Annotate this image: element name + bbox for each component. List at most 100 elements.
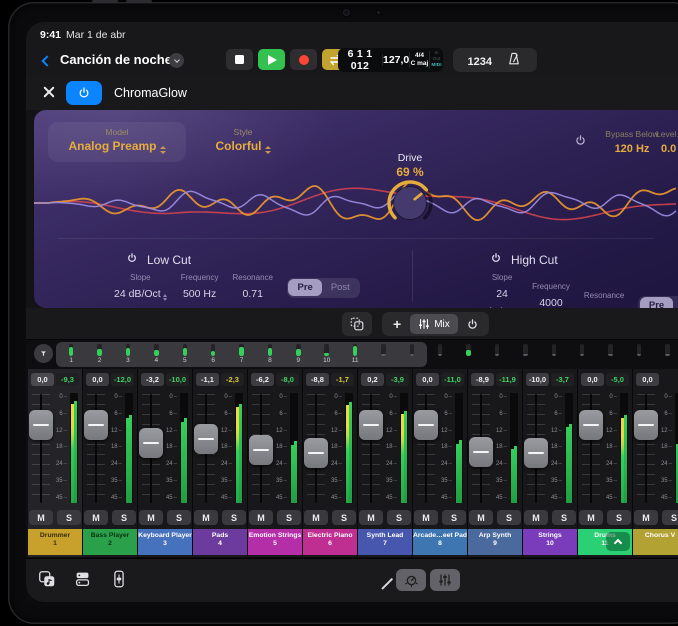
volume-down-button[interactable] bbox=[126, 0, 152, 3]
volume-fader[interactable] bbox=[579, 410, 603, 440]
peak-db-value[interactable]: -3,9 bbox=[386, 373, 409, 386]
volume-fader[interactable] bbox=[249, 435, 273, 465]
low-cut-power-button[interactable] bbox=[126, 252, 138, 267]
level-control[interactable]: Level 0.0 bbox=[656, 129, 678, 157]
add-track-button[interactable]: + bbox=[384, 314, 410, 334]
low-cut-slope[interactable]: Slope 24 dB/Oct bbox=[114, 273, 167, 302]
track-name-plate[interactable]: Arp Synth 9 bbox=[468, 529, 522, 555]
back-button[interactable] bbox=[40, 52, 54, 68]
model-selector[interactable]: Model Analog Preamp bbox=[48, 122, 186, 162]
fader-db-value[interactable]: -8,8 bbox=[306, 373, 329, 386]
solo-button[interactable]: S bbox=[222, 510, 246, 525]
high-cut-power-button[interactable] bbox=[490, 252, 502, 267]
volume-fader[interactable] bbox=[139, 428, 163, 458]
low-cut-resonance[interactable]: Resonance 0.71 bbox=[233, 273, 273, 302]
track-name-plate[interactable]: Keyboard Player 3 bbox=[138, 529, 192, 555]
overview-rest[interactable] bbox=[426, 342, 678, 367]
high-cut-frequency[interactable]: Frequency 4000 Hz bbox=[532, 282, 570, 308]
solo-button[interactable]: S bbox=[497, 510, 521, 525]
plugin-power-button[interactable] bbox=[66, 81, 102, 105]
project-menu-button[interactable] bbox=[169, 53, 184, 68]
drive-knob[interactable] bbox=[386, 179, 434, 227]
collapse-stack-button[interactable] bbox=[606, 532, 630, 551]
volume-fader[interactable] bbox=[304, 438, 328, 468]
fader-db-value[interactable]: -8,9 bbox=[471, 373, 494, 386]
mute-button[interactable]: M bbox=[249, 510, 273, 525]
fader-db-value[interactable]: -10,0 bbox=[526, 373, 549, 386]
fader-panel-button[interactable] bbox=[108, 569, 130, 591]
solo-button[interactable]: S bbox=[112, 510, 136, 525]
solo-button[interactable]: S bbox=[607, 510, 631, 525]
fader-db-value[interactable]: 0,0 bbox=[636, 373, 659, 386]
fader-db-value[interactable]: 0,0 bbox=[86, 373, 109, 386]
solo-button[interactable]: S bbox=[57, 510, 81, 525]
fader-db-value[interactable]: 0,0 bbox=[416, 373, 439, 386]
lcd-display[interactable]: 6 1 1 012 127,0 4/4 C maj In Out MIDI bbox=[338, 48, 443, 72]
volume-fader[interactable] bbox=[359, 410, 383, 440]
volume-fader[interactable] bbox=[194, 424, 218, 454]
play-button[interactable] bbox=[258, 49, 285, 70]
track-name-plate[interactable]: Chorus V bbox=[633, 529, 678, 555]
solo-button[interactable]: S bbox=[167, 510, 191, 525]
browser-button[interactable] bbox=[72, 569, 94, 591]
high-cut-resonance[interactable]: Resonance 0.71 bbox=[584, 291, 624, 308]
post-button[interactable]: Post bbox=[673, 297, 678, 308]
track-name-plate[interactable]: Strings 10 bbox=[523, 529, 577, 555]
mute-button[interactable]: M bbox=[304, 510, 328, 525]
fader-db-value[interactable]: 0,0 bbox=[31, 373, 54, 386]
solo-button[interactable]: S bbox=[332, 510, 356, 525]
volume-fader[interactable] bbox=[84, 410, 108, 440]
solo-button[interactable]: S bbox=[552, 510, 576, 525]
volume-fader[interactable] bbox=[469, 437, 493, 467]
mute-button[interactable]: M bbox=[84, 510, 108, 525]
track-name-plate[interactable]: Drummer 1 bbox=[28, 529, 82, 555]
peak-db-value[interactable]: -11,0 bbox=[441, 373, 464, 386]
track-name-plate[interactable]: Drums 11 bbox=[578, 529, 632, 555]
peak-db-value[interactable]: -8,0 bbox=[276, 373, 299, 386]
style-selector[interactable]: Style Colorful bbox=[198, 127, 288, 155]
mute-button[interactable]: M bbox=[414, 510, 438, 525]
post-button[interactable]: Post bbox=[322, 279, 359, 296]
mixer-view-button[interactable] bbox=[430, 569, 460, 591]
mute-button[interactable]: M bbox=[579, 510, 603, 525]
pre-button[interactable]: Pre bbox=[288, 279, 321, 296]
mute-button[interactable]: M bbox=[29, 510, 53, 525]
count-in-button[interactable]: 1234 bbox=[468, 53, 492, 68]
filter-button[interactable] bbox=[34, 344, 53, 363]
volume-fader[interactable] bbox=[634, 410, 658, 440]
duplicate-button[interactable] bbox=[342, 312, 372, 336]
metronome-button[interactable] bbox=[506, 51, 522, 70]
solo-button[interactable]: S bbox=[387, 510, 411, 525]
high-cut-slope[interactable]: Slope 24 dB/Oct bbox=[486, 273, 518, 308]
edit-button[interactable] bbox=[374, 573, 390, 589]
fader-db-value[interactable]: -3,2 bbox=[141, 373, 164, 386]
mute-button[interactable]: M bbox=[359, 510, 383, 525]
low-cut-frequency[interactable]: Frequency 500 Hz bbox=[181, 273, 219, 302]
track-name-plate[interactable]: Emotion Strings 5 bbox=[248, 529, 302, 555]
mix-view-button[interactable]: Mix bbox=[410, 314, 458, 334]
peak-db-value[interactable]: -9,3 bbox=[56, 373, 79, 386]
solo-button[interactable]: S bbox=[662, 510, 678, 525]
pre-button[interactable]: Pre bbox=[640, 297, 673, 308]
mute-button[interactable]: M bbox=[194, 510, 218, 525]
stop-button[interactable] bbox=[226, 49, 253, 70]
peak-db-value[interactable]: -2,3 bbox=[221, 373, 244, 386]
mute-button[interactable]: M bbox=[469, 510, 493, 525]
fader-db-value[interactable]: 0,2 bbox=[361, 373, 384, 386]
peak-db-value[interactable]: -11,9 bbox=[496, 373, 519, 386]
volume-up-button[interactable] bbox=[92, 0, 118, 3]
loop-browser-button[interactable] bbox=[36, 569, 58, 591]
peak-db-value[interactable]: -12,0 bbox=[111, 373, 134, 386]
volume-fader[interactable] bbox=[524, 438, 548, 468]
peak-db-value[interactable]: -5,0 bbox=[606, 373, 629, 386]
volume-fader[interactable] bbox=[414, 410, 438, 440]
track-name-plate[interactable]: Bass Player 2 bbox=[83, 529, 137, 555]
bypass-power-button[interactable] bbox=[574, 134, 587, 150]
volume-fader[interactable] bbox=[29, 410, 53, 440]
mixer-power-button[interactable] bbox=[458, 314, 487, 334]
track-name-plate[interactable]: Synth Lead 7 bbox=[358, 529, 412, 555]
track-name-plate[interactable]: Arcade…eet Pad 8 bbox=[413, 529, 467, 555]
controls-view-button[interactable] bbox=[396, 569, 426, 591]
mute-button[interactable]: M bbox=[524, 510, 548, 525]
overview-selection[interactable]: 1234567891011 bbox=[56, 342, 427, 367]
